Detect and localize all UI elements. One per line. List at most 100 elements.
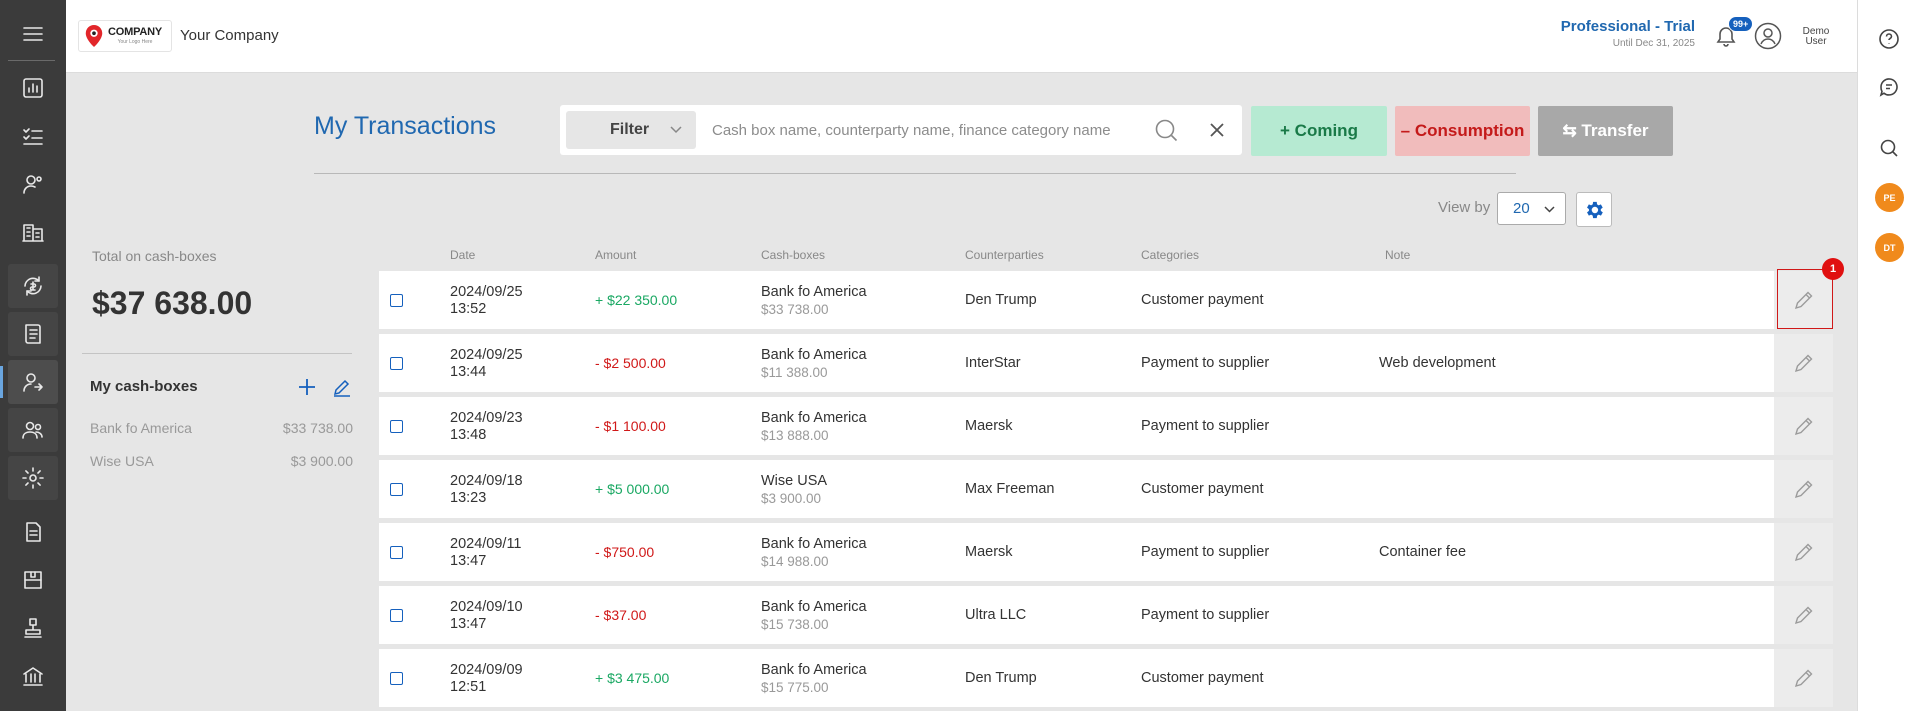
row-counterparty: Den Trump [965, 292, 1037, 308]
row-cashbox-balance: $15 738.00 [761, 617, 829, 632]
task-list-icon[interactable] [8, 114, 58, 158]
right-sidebar: PE DT [1857, 0, 1919, 711]
user-avatar-icon[interactable] [1754, 22, 1784, 52]
row-checkbox[interactable] [390, 420, 403, 433]
row-checkbox[interactable] [390, 294, 403, 307]
view-by-select[interactable]: 20 [1497, 192, 1566, 225]
cashbox-amount: $33 738.00 [282, 420, 353, 436]
production-icon[interactable] [8, 606, 58, 650]
table-row[interactable]: 2024/09/11 13:47 - $750.00 Bank fo America $… [379, 523, 1833, 581]
plan-info[interactable]: Professional - Trial Until Dec 31, 2025 [1561, 18, 1695, 49]
column-header-cashbox[interactable]: Cash-boxes [761, 248, 825, 262]
finance-cycle-icon[interactable] [8, 264, 58, 308]
table-row[interactable]: 2024/09/18 13:23 + $5 000.00 Wise USA $3 900… [379, 460, 1833, 518]
add-cashbox-icon[interactable] [297, 377, 317, 397]
row-cashbox-balance: $15 775.00 [761, 680, 829, 695]
row-date: 2024/09/25 [450, 284, 523, 300]
edit-row-button[interactable] [1774, 523, 1833, 581]
settings-gear-icon[interactable] [8, 456, 58, 500]
my-cashboxes-title: My cash-boxes [90, 378, 198, 395]
column-header-counterparty[interactable]: Counterparties [965, 248, 1044, 262]
row-amount: - $750.00 [595, 544, 655, 560]
pencil-icon [1792, 477, 1816, 501]
table-settings-button[interactable] [1576, 192, 1612, 227]
row-counterparty: Max Freeman [965, 481, 1055, 497]
document-icon[interactable] [8, 510, 58, 554]
row-checkbox[interactable] [390, 672, 403, 685]
row-cashbox-balance: $13 888.00 [761, 428, 829, 443]
row-counterparty: InterStar [965, 355, 1021, 371]
row-cashbox-name: Bank fo America [761, 599, 867, 615]
row-cashbox: Bank fo America $11 388.00 [761, 347, 867, 381]
company-name[interactable]: Your Company [180, 27, 279, 44]
inventory-box-icon[interactable] [8, 558, 58, 602]
row-cashbox: Bank fo America $15 738.00 [761, 599, 867, 633]
notifications-bell-icon[interactable]: 99+ [1714, 16, 1754, 50]
consumption-button[interactable]: – Consumption [1395, 106, 1530, 156]
edit-cashbox-icon[interactable] [332, 377, 352, 397]
chat-icon[interactable] [1878, 76, 1900, 98]
close-icon[interactable] [1208, 121, 1226, 139]
transactions-icon[interactable] [0, 360, 58, 404]
row-date: 2024/09/18 [450, 473, 523, 489]
user-name[interactable]: Demo User [1796, 27, 1836, 47]
row-date: 2024/09/10 [450, 599, 523, 615]
row-amount: - $2 500.00 [595, 355, 666, 371]
cashbox-item[interactable]: Bank fo America $33 738.00 [90, 420, 353, 436]
table-row[interactable]: 2024/09/10 13:47 - $37.00 Bank fo America $1… [379, 586, 1833, 644]
table-row[interactable]: 2024/09/09 12:51 + $3 475.00 Bank fo Americ… [379, 649, 1833, 707]
row-time: 13:44 [450, 364, 487, 380]
search-icon[interactable] [1154, 118, 1180, 144]
annotation-marker: 1 [1822, 258, 1844, 280]
hamburger-menu-icon[interactable] [8, 12, 58, 56]
row-counterparty: Maersk [965, 544, 1013, 560]
column-header-note[interactable]: Note [1385, 248, 1410, 262]
row-checkbox[interactable] [390, 546, 403, 559]
column-header-category[interactable]: Categories [1141, 248, 1199, 262]
edit-row-button[interactable] [1774, 649, 1833, 707]
column-header-date[interactable]: Date [450, 248, 475, 262]
column-header-amount[interactable]: Amount [595, 248, 636, 262]
row-checkbox[interactable] [390, 357, 403, 370]
coming-button[interactable]: + Coming [1251, 106, 1387, 156]
edit-row-button[interactable] [1774, 460, 1833, 518]
page-title: My Transactions [314, 112, 497, 140]
table-row[interactable]: 2024/09/25 13:52 + $22 350.00 Bank fo Ameri… [379, 271, 1833, 329]
row-checkbox[interactable] [390, 483, 403, 496]
row-cashbox-name: Bank fo America [761, 662, 867, 678]
pencil-icon [1792, 603, 1816, 627]
row-category: Customer payment [1141, 292, 1264, 308]
highlight-box [1777, 269, 1833, 329]
clients-icon[interactable] [8, 162, 58, 206]
company-logo[interactable]: COMPANY Your Logo Here [78, 20, 172, 52]
row-datetime: 2024/09/25 13:52 [450, 284, 523, 318]
row-cashbox-balance: $33 738.00 [761, 302, 829, 317]
row-checkbox[interactable] [390, 609, 403, 622]
gear-icon [1587, 201, 1603, 218]
pencil-icon [1792, 540, 1816, 564]
buildings-icon[interactable] [8, 210, 58, 254]
help-icon[interactable] [1878, 28, 1900, 50]
row-time: 13:52 [450, 301, 487, 317]
cashbox-item[interactable]: Wise USA $3 900.00 [90, 453, 353, 469]
edit-row-button[interactable] [1774, 586, 1833, 644]
dashboard-chart-icon[interactable] [8, 66, 58, 110]
avatar-pe[interactable]: PE [1875, 183, 1904, 212]
ledger-icon[interactable] [8, 312, 58, 356]
search-input[interactable] [712, 117, 1132, 143]
filter-label: Filter [610, 121, 650, 138]
transfer-button[interactable]: ⇆ Transfer [1538, 106, 1673, 156]
row-amount: - $1 100.00 [595, 418, 666, 434]
edit-row-button[interactable] [1774, 334, 1833, 392]
team-icon[interactable] [8, 408, 58, 452]
avatar-dt[interactable]: DT [1875, 233, 1904, 262]
row-time: 13:47 [450, 553, 487, 569]
table-row[interactable]: 2024/09/23 13:48 - $1 100.00 Bank fo Americ… [379, 397, 1833, 455]
row-note: Container fee [1379, 544, 1467, 560]
edit-row-button[interactable] [1774, 397, 1833, 455]
table-row[interactable]: 2024/09/25 13:44 - $2 500.00 Bank fo Americ… [379, 334, 1833, 392]
view-by-label: View by [1438, 199, 1491, 216]
bank-icon[interactable] [8, 654, 58, 698]
search-icon[interactable] [1878, 137, 1900, 159]
filter-button[interactable]: Filter [566, 111, 696, 149]
